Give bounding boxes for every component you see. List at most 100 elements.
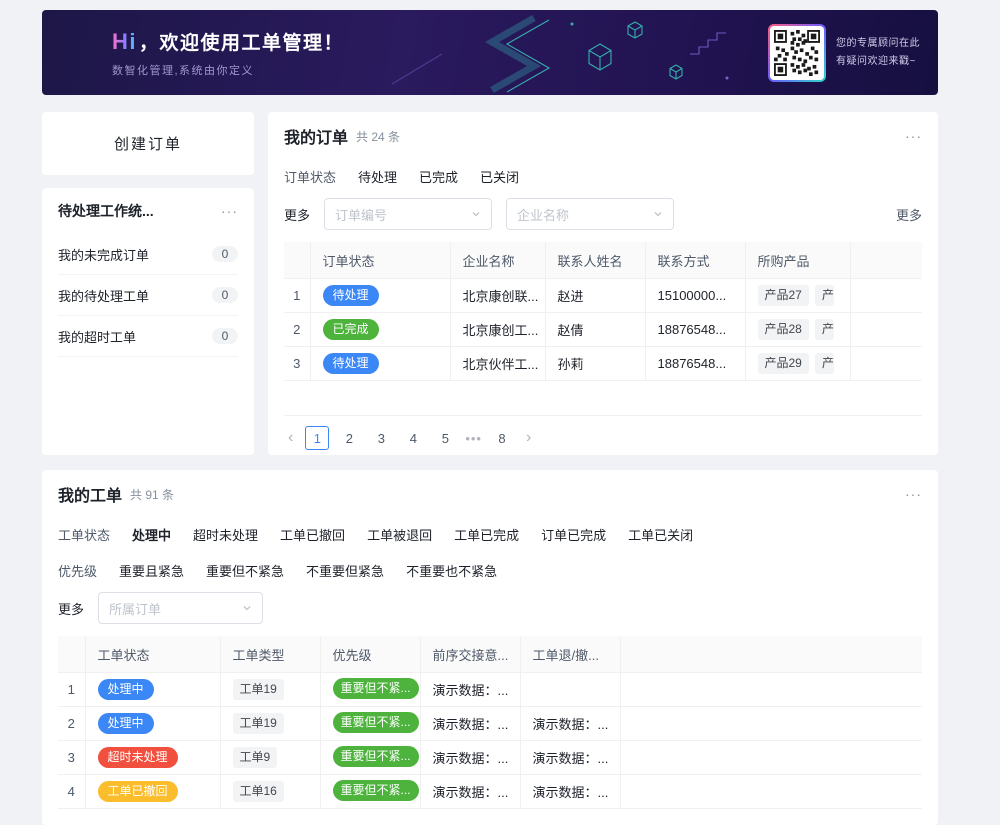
order-status-filter: 订单状态 待处理 已完成 已关闭 [284,158,922,194]
filter-label: 订单状态 [284,167,336,186]
table-row[interactable]: 3 超时未处理 工单9 重要但不紧... 演示数据：... 演示数据：... [58,741,922,775]
table-row[interactable]: 1 待处理 北京康创联... 赵进 15100000... 产品27产 [284,279,922,313]
page-button-8[interactable]: 8 [490,426,514,450]
table-row[interactable]: 3 待处理 北京伙伴工... 孙莉 18876548... 产品29产 [284,347,922,381]
cell-ticket-status: 工单已撤回 [85,775,220,809]
cell-return-note: 演示数据：... [520,775,620,809]
page-button-5[interactable]: 5 [433,426,457,450]
column-header-filler [850,242,922,279]
qr-code-pattern [774,30,820,76]
cell-priority: 重要但不紧... [320,707,420,741]
prev-page-icon[interactable]: ‹ [284,429,297,447]
more-dots-icon[interactable]: ··· [905,487,922,501]
table-row[interactable]: 2 处理中 工单19 重要但不紧... 演示数据：... 演示数据：... [58,707,922,741]
create-order-button[interactable]: 创建订单 [108,132,188,155]
cell-return-note [520,673,620,707]
order-more-filter-row: 更多 订单编号 企业名称 更多 [284,198,922,230]
row-index: 2 [284,313,310,347]
filter-option[interactable]: 处理中 [132,525,171,544]
list-item-unfinished-orders[interactable]: 我的未完成订单 0 [58,234,238,275]
page-button-1[interactable]: 1 [305,426,329,450]
page-button-3[interactable]: 3 [369,426,393,450]
cell-priority: 重要但不紧... [320,775,420,809]
company-name-select[interactable]: 企业名称 [506,198,674,230]
table-row[interactable]: 4 工单已撤回 工单16 重要但不紧... 演示数据：... 演示数据：... [58,775,922,809]
chevron-down-icon [471,209,481,219]
column-header-ticket-type: 工单类型 [220,636,320,673]
cell-contact: 赵进 [545,279,645,313]
column-header-handover-note: 前序交接意... [420,636,520,673]
cell-order-status: 待处理 [310,347,450,381]
column-header-priority: 优先级 [320,636,420,673]
page-button-4[interactable]: 4 [401,426,425,450]
column-header-order-status: 订单状态 [310,242,450,279]
list-item-overdue-tickets[interactable]: 我的超时工单 0 [58,316,238,357]
more-link[interactable]: 更多 [896,205,922,224]
page-button-2[interactable]: 2 [337,426,361,450]
cell-contact: 赵倩 [545,313,645,347]
cell-ticket-type: 工单19 [220,673,320,707]
cell-handover-note: 演示数据：... [420,673,520,707]
product-tag-partial: 产 [815,285,834,306]
filter-option[interactable]: 已关闭 [480,167,519,186]
row-index: 3 [284,347,310,381]
column-header-contact-name: 联系人姓名 [545,242,645,279]
cell-products: 产品29产 [745,347,850,381]
orders-table: 订单状态 企业名称 联系人姓名 联系方式 所购产品 1 待处理 北京康创联...… [284,242,922,416]
filter-option[interactable]: 工单已完成 [454,525,519,544]
status-badge: 工单已撤回 [98,781,178,802]
filter-option[interactable]: 已完成 [419,167,458,186]
cell-filler [620,741,922,775]
status-badge: 已完成 [323,319,379,340]
table-row[interactable]: 2 已完成 北京康创工... 赵倩 18876548... 产品28产 [284,313,922,347]
cell-ticket-type: 工单16 [220,775,320,809]
ticket-status-filter: 工单状态 处理中 超时未处理 工单已撤回 工单被退回 工单已完成 订单已完成 工… [58,516,922,552]
table-row[interactable]: 1 处理中 工单19 重要但不紧... 演示数据：... [58,673,922,707]
product-tag: 产品27 [758,285,809,306]
banner-title-rest: ，欢迎使用工单管理！ [139,33,344,54]
status-badge: 待处理 [323,285,379,306]
cell-handover-note: 演示数据：... [420,775,520,809]
order-number-select[interactable]: 订单编号 [324,198,492,230]
count-badge: 0 [212,287,238,303]
page-ellipsis-icon[interactable]: ••• [465,431,482,446]
cell-products: 产品28产 [745,313,850,347]
filter-option[interactable]: 工单已撤回 [280,525,345,544]
next-page-icon[interactable]: › [522,429,535,447]
sidebar: 创建订单 待处理工作统... ··· 我的未完成订单 0 我的待处理工单 0 我… [42,112,254,455]
qr-code-inner [770,26,824,80]
cell-handover-note: 演示数据：... [420,741,520,775]
cell-company: 北京伙伴工... [450,347,545,381]
filter-option[interactable]: 超时未处理 [193,525,258,544]
status-badge: 处理中 [98,713,154,734]
ticket-type-tag: 工单19 [233,679,284,700]
panel-title: 我的订单 [284,124,348,148]
filter-option[interactable]: 重要但不紧急 [206,561,284,580]
status-badge: 待处理 [323,353,379,374]
column-header-contact-phone: 联系方式 [645,242,745,279]
more-dots-icon[interactable]: ··· [905,129,922,143]
pagination: ‹ 1 2 3 4 5 ••• 8 › [284,426,922,450]
filter-option[interactable]: 待处理 [358,167,397,186]
filter-option[interactable]: 不重要也不紧急 [406,561,497,580]
more-dots-icon[interactable]: ··· [221,204,238,218]
cell-order-status: 已完成 [310,313,450,347]
list-item-pending-tickets[interactable]: 我的待处理工单 0 [58,275,238,316]
filter-option[interactable]: 工单被退回 [367,525,432,544]
cell-return-note: 演示数据：... [520,741,620,775]
filter-label: 优先级 [58,561,97,580]
cell-ticket-status: 处理中 [85,707,220,741]
cell-filler [850,347,922,381]
row-index: 1 [58,673,85,707]
parent-order-select[interactable]: 所属订单 [98,592,263,624]
filter-option[interactable]: 订单已完成 [541,525,606,544]
list-item-label: 我的超时工单 [58,327,136,346]
banner-text-block: Hi，欢迎使用工单管理！ 数智化管理,系统由你定义 [42,28,344,78]
cell-priority: 重要但不紧... [320,673,420,707]
filter-option[interactable]: 重要且紧急 [119,561,184,580]
list-item-label: 我的未完成订单 [58,245,149,264]
filter-option[interactable]: 不重要但紧急 [306,561,384,580]
ticket-more-filter-row: 更多 所属订单 [58,592,922,624]
filter-option[interactable]: 工单已关闭 [628,525,693,544]
cell-company: 北京康创联... [450,279,545,313]
